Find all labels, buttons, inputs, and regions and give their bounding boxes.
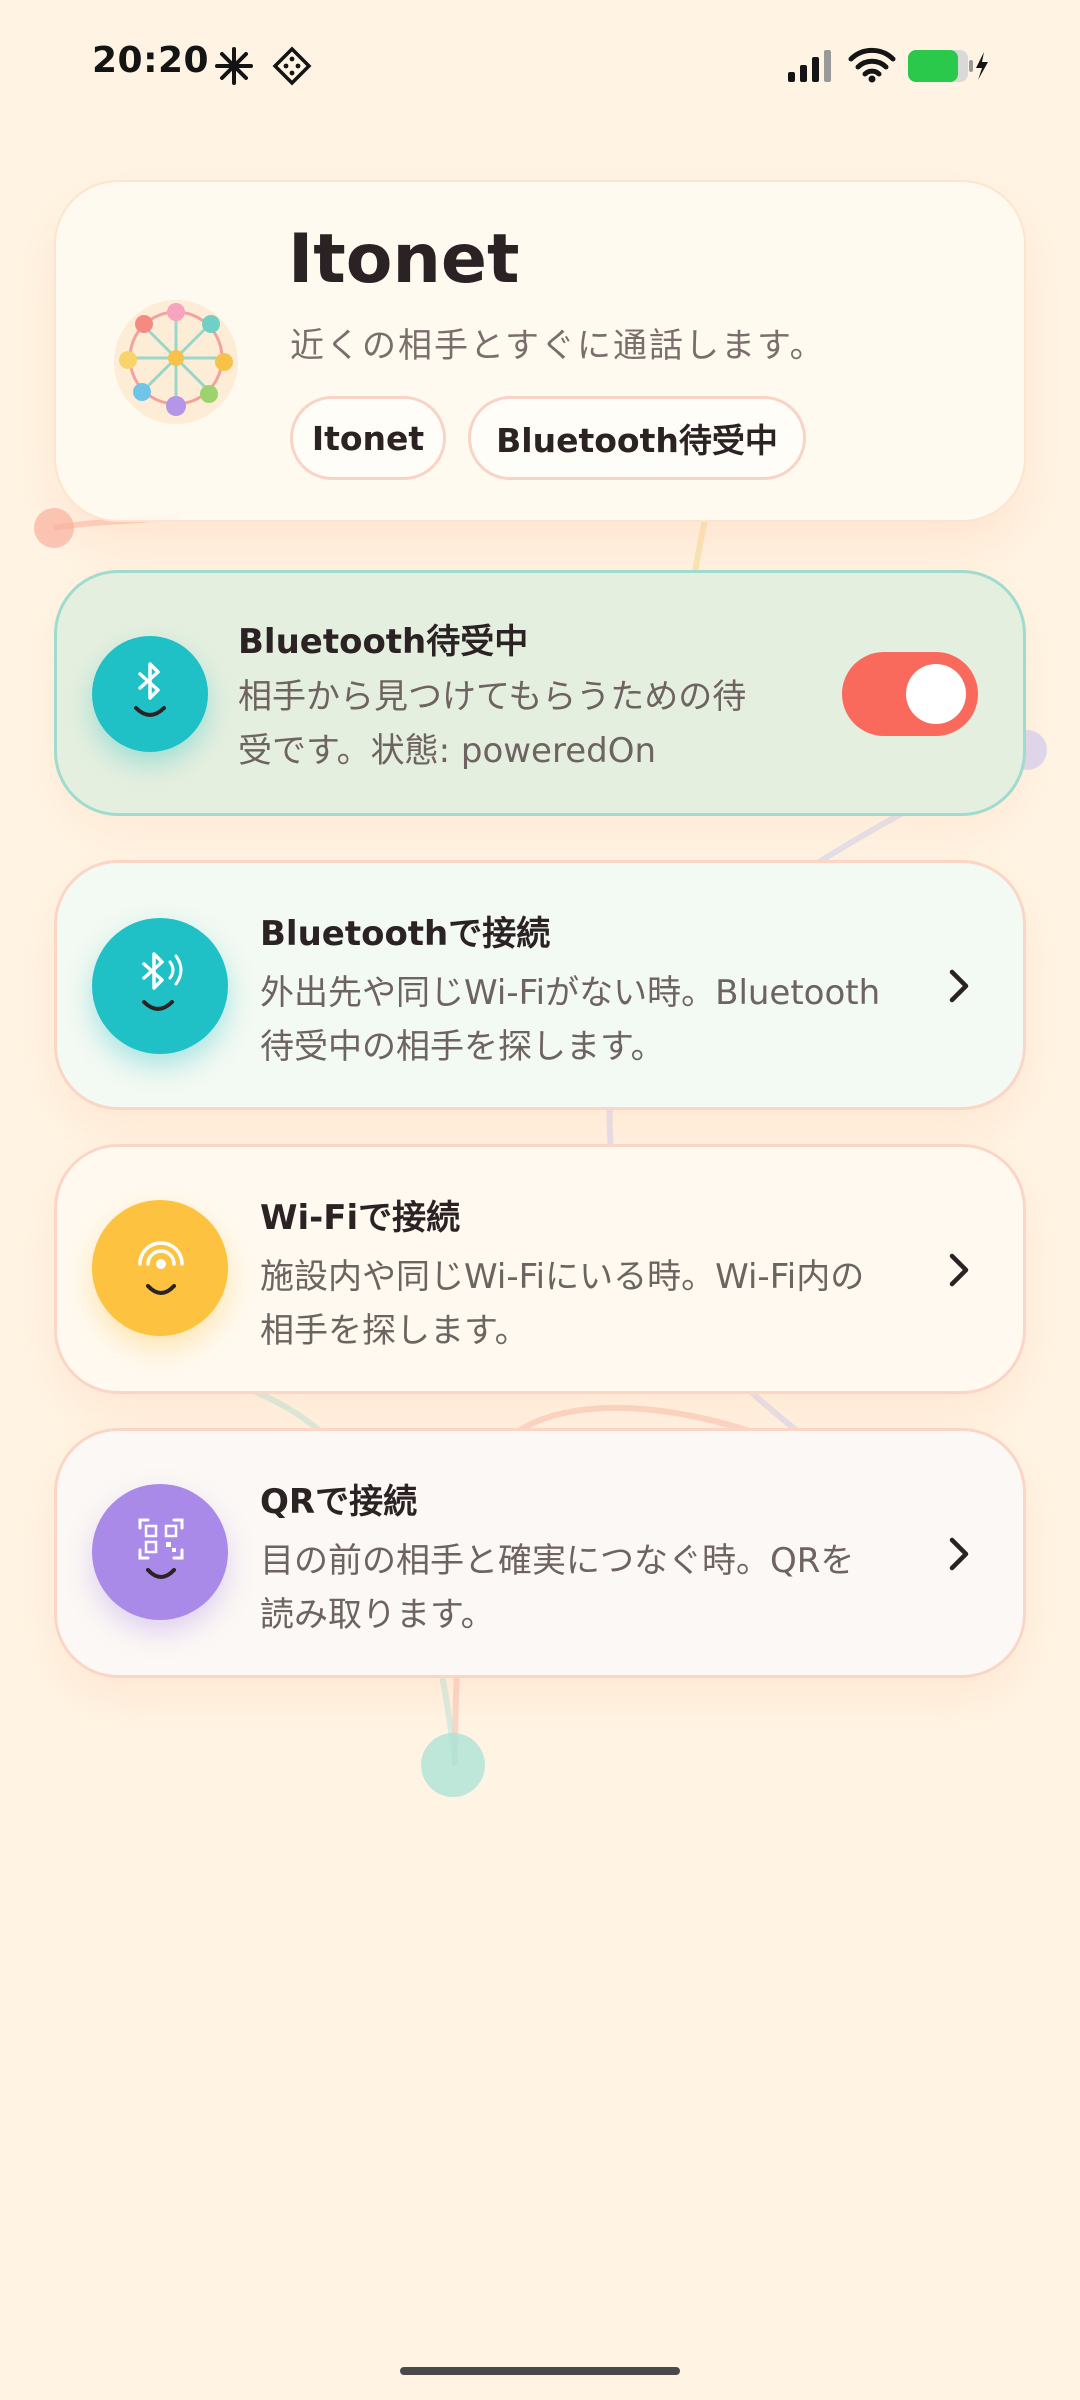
toggle-knob (906, 664, 966, 724)
wifi-signal-icon (138, 1241, 184, 1295)
bluetooth-connect-title: Bluetoothで接続 (260, 914, 551, 954)
bluetooth-smile-icon (134, 662, 166, 717)
qr-connect-description-line1: 目の前の相手と確実につなぐ時。QRを (260, 1541, 855, 1581)
qr-connect-title: QRで接続 (260, 1482, 418, 1522)
battery-charging-icon (908, 50, 988, 82)
wifi-connect-title: Wi-Fiで接続 (260, 1198, 461, 1238)
app-title: Itonet (288, 220, 520, 299)
qr-connect-description-line2: 読み取ります。 (260, 1595, 495, 1635)
standby-description-line2: 受です。状態: poweredOn (238, 731, 657, 771)
ferris-wheel-logo-icon (114, 300, 238, 424)
bluetooth-signal-icon (142, 952, 183, 1011)
wifi-connect-description-line2: 相手を探します。 (260, 1311, 529, 1351)
bluetooth-connect-description-line1: 外出先や同じWi-Fiがない時。Bluetooth (260, 973, 881, 1013)
status-time: 20:20 (92, 40, 210, 81)
wifi-icon (848, 47, 896, 83)
chevron-right-icon (949, 1537, 969, 1571)
bluetooth-connect-description-line2: 待受中の相手を探します。 (260, 1027, 665, 1067)
sparkle-icon (215, 47, 253, 85)
app-subtitle: 近くの相手とすぐに通話します。 (290, 326, 826, 366)
dice-icon (272, 46, 312, 86)
app-name-chip: Itonet (290, 396, 446, 480)
chevron-right-icon (949, 1253, 969, 1287)
bluetooth-status-chip: Bluetooth待受中 (468, 396, 806, 480)
standby-title: Bluetooth待受中 (238, 622, 529, 662)
home-indicator[interactable] (400, 2367, 680, 2375)
cellular-signal-icon (788, 50, 831, 82)
chevron-right-icon (949, 969, 969, 1003)
standby-description-line1: 相手から見つけてもらうための待 (238, 677, 747, 717)
wifi-connect-description-line1: 施設内や同じWi-Fiにいる時。Wi-Fi内の (260, 1257, 865, 1297)
qr-code-icon (138, 1518, 184, 1579)
